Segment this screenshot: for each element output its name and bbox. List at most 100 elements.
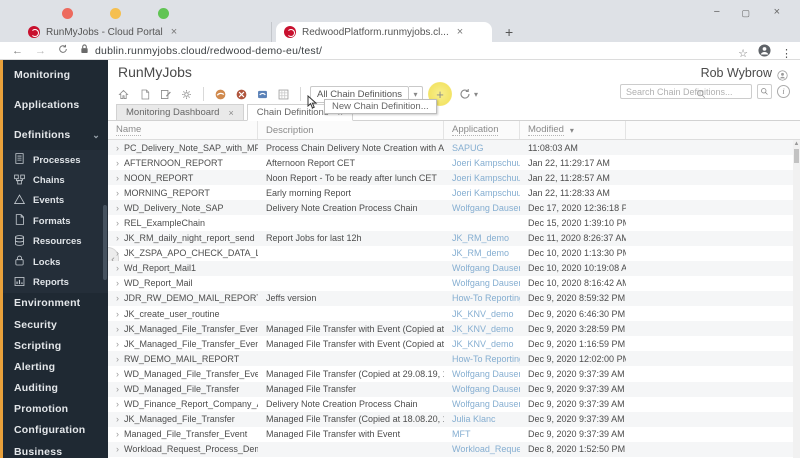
application-link[interactable]: Wolfgang Dausend	[452, 278, 520, 288]
sidebar-item-alerting[interactable]: Alerting	[3, 356, 108, 377]
sidebar-item-monitoring[interactable]: Monitoring	[3, 60, 108, 90]
sidebar-subitem-chains[interactable]: Chains	[3, 170, 108, 190]
url-text[interactable]: dublin.runmyjobs.cloud/redwood-demo-eu/t…	[95, 45, 322, 57]
tab-monitoring-dashboard[interactable]: Monitoring Dashboard ×	[116, 104, 244, 121]
info-icon[interactable]: i	[777, 85, 790, 98]
table-row[interactable]: › Workload_Request_Process_Demo Workload_…	[108, 441, 793, 457]
table-scrollbar[interactable]: ▲	[793, 140, 800, 458]
sidebar-item-promotion[interactable]: Promotion	[3, 399, 108, 420]
expand-chevron-icon[interactable]: ›	[116, 158, 119, 168]
table-row[interactable]: › WD_Finance_Report_Company_A Delivery No…	[108, 397, 793, 412]
expand-chevron-icon[interactable]: ›	[116, 414, 119, 424]
application-link[interactable]: Julia Klanc	[452, 414, 496, 424]
sidebar-subitem-formats[interactable]: Formats	[3, 211, 108, 231]
grid-report-icon[interactable]	[276, 87, 291, 102]
application-link[interactable]: Wolfgang Dausend	[452, 369, 520, 379]
table-row[interactable]: › REL_ExampleChain Dec 15, 2020 1:39:10 P…	[108, 215, 793, 230]
table-row[interactable]: › MORNING_REPORT Early morning Report Joe…	[108, 185, 793, 200]
window-maximize-button[interactable]: ▢	[741, 8, 750, 19]
table-row[interactable]: › WD_Managed_File_Transfer Managed File T…	[108, 381, 793, 397]
table-row[interactable]: › NOON_REPORT Noon Report - To be ready a…	[108, 170, 793, 186]
sidebar-item-environment[interactable]: Environment	[3, 293, 108, 314]
connector-blue-icon[interactable]	[255, 87, 270, 102]
expand-chevron-icon[interactable]: ›	[116, 278, 119, 288]
application-link[interactable]: SAPUG	[452, 143, 484, 153]
application-link[interactable]: How-To Reporting	[452, 293, 520, 303]
expand-chevron-icon[interactable]: ›	[116, 429, 119, 439]
application-link[interactable]: Wolfgang Dausend	[452, 399, 520, 409]
table-row[interactable]: › JK_create_user_routine JK_KNV_demo Dec …	[108, 306, 793, 321]
advanced-search-button[interactable]	[757, 84, 772, 99]
traffic-light-close[interactable]	[62, 8, 73, 19]
sidebar-item-scripting[interactable]: Scripting	[3, 335, 108, 356]
application-link[interactable]: Workload_Request_D...	[452, 444, 520, 454]
expand-chevron-icon[interactable]: ›	[116, 324, 119, 334]
expand-chevron-icon[interactable]: ›	[116, 399, 119, 409]
application-link[interactable]: Wolfgang Dausend	[452, 384, 520, 394]
column-header-application[interactable]: Application	[444, 121, 520, 139]
connector-orange-icon[interactable]	[213, 87, 228, 102]
browser-tab-cloud-portal[interactable]: RunMyJobs - Cloud Portal ×	[20, 22, 272, 42]
application-link[interactable]: Joeri Kampschuur	[452, 173, 520, 183]
traffic-light-minimize[interactable]	[110, 8, 121, 19]
column-header-name[interactable]: Name	[108, 121, 258, 139]
expand-chevron-icon[interactable]: ›	[116, 233, 119, 243]
expand-chevron-icon[interactable]: ›	[116, 354, 119, 364]
new-tab-button[interactable]: +	[505, 24, 513, 40]
window-minimize-button[interactable]: −	[714, 6, 720, 18]
sidebar-subitem-locks[interactable]: Locks	[3, 252, 108, 272]
application-link[interactable]: JK_RM_demo	[452, 248, 509, 258]
home-icon[interactable]	[116, 87, 131, 102]
expand-chevron-icon[interactable]: ›	[116, 384, 119, 394]
sidebar-subitem-resources[interactable]: Resources	[3, 232, 108, 252]
connector-red-icon[interactable]	[234, 87, 249, 102]
column-header-description[interactable]: Description	[258, 121, 444, 139]
expand-chevron-icon[interactable]: ›	[116, 143, 119, 153]
scrollbar-thumb[interactable]	[794, 149, 799, 163]
expand-chevron-icon[interactable]: ›	[116, 293, 119, 303]
application-link[interactable]: Joeri Kampschuur	[452, 188, 520, 198]
browser-menu-icon[interactable]: ⋮	[781, 47, 792, 60]
table-row[interactable]: › AFTERNOON_REPORT Afternoon Report CET J…	[108, 155, 793, 170]
sidebar-subitem-processes[interactable]: Processes	[3, 150, 108, 170]
table-row[interactable]: › Managed_File_Transfer_Event Managed Fil…	[108, 427, 793, 442]
expand-chevron-icon[interactable]: ›	[116, 173, 119, 183]
sidebar-item-auditing[interactable]: Auditing	[3, 377, 108, 398]
table-row[interactable]: › WD_Managed_File_Transfer_Event Managed …	[108, 366, 793, 381]
padlock-icon[interactable]	[80, 44, 89, 57]
application-link[interactable]: Wolfgang Dausend	[452, 203, 520, 213]
application-link[interactable]: JK_RM_demo	[452, 233, 509, 243]
reload-icon[interactable]	[58, 44, 68, 57]
forward-icon[interactable]: →	[35, 45, 46, 57]
expand-chevron-icon[interactable]: ›	[116, 444, 119, 454]
table-row[interactable]: › JDR_RW_DEMO_MAIL_REPORT Jeffs version H…	[108, 290, 793, 307]
expand-chevron-icon[interactable]: ›	[116, 309, 119, 319]
table-row[interactable]: › RW_DEMO_MAIL_REPORT How-To Reporting De…	[108, 351, 793, 367]
table-row[interactable]: › JK_Managed_File_Transfer_Event_CUS Mana…	[108, 336, 793, 351]
expand-chevron-icon[interactable]: ›	[116, 263, 119, 273]
traffic-light-maximize[interactable]	[158, 8, 169, 19]
application-link[interactable]: Wolfgang Dausend	[452, 263, 520, 273]
tab-close-icon[interactable]: ×	[171, 26, 177, 38]
table-row[interactable]: › JK_Managed_File_Transfer Managed File T…	[108, 411, 793, 427]
sidebar-item-definitions[interactable]: Definitions ⌄	[3, 120, 108, 150]
sidebar-item-business[interactable]: Business	[3, 441, 108, 458]
table-row[interactable]: › WD_Report_Mail Wolfgang Dausend Dec 10,…	[108, 276, 793, 291]
expand-chevron-icon[interactable]: ›	[116, 188, 119, 198]
refresh-caret-icon[interactable]: ▾	[474, 90, 478, 99]
edit-document-icon[interactable]	[158, 87, 173, 102]
table-row[interactable]: › PC_Delivery_Note_SAP_with_MFT_for_SA...…	[108, 140, 793, 156]
sidebar-subitem-events[interactable]: Events	[3, 191, 108, 211]
table-row[interactable]: › Wd_Report_Mail1 Wolfgang Dausend Dec 10…	[108, 260, 793, 276]
expand-chevron-icon[interactable]: ›	[116, 218, 119, 228]
bookmark-star-icon[interactable]: ☆	[738, 47, 748, 60]
tab-close-icon[interactable]: ×	[457, 26, 463, 38]
back-icon[interactable]: ←	[12, 45, 23, 57]
expand-chevron-icon[interactable]: ›	[116, 339, 119, 349]
window-close-button[interactable]: ×	[774, 6, 780, 18]
application-link[interactable]: MFT	[452, 429, 471, 439]
user-name[interactable]: Rob Wybrow	[701, 66, 772, 80]
new-document-icon[interactable]	[137, 87, 152, 102]
table-row[interactable]: › WD_Delivery_Note_SAP Delivery Note Crea…	[108, 200, 793, 216]
expand-chevron-icon[interactable]: ›	[116, 369, 119, 379]
